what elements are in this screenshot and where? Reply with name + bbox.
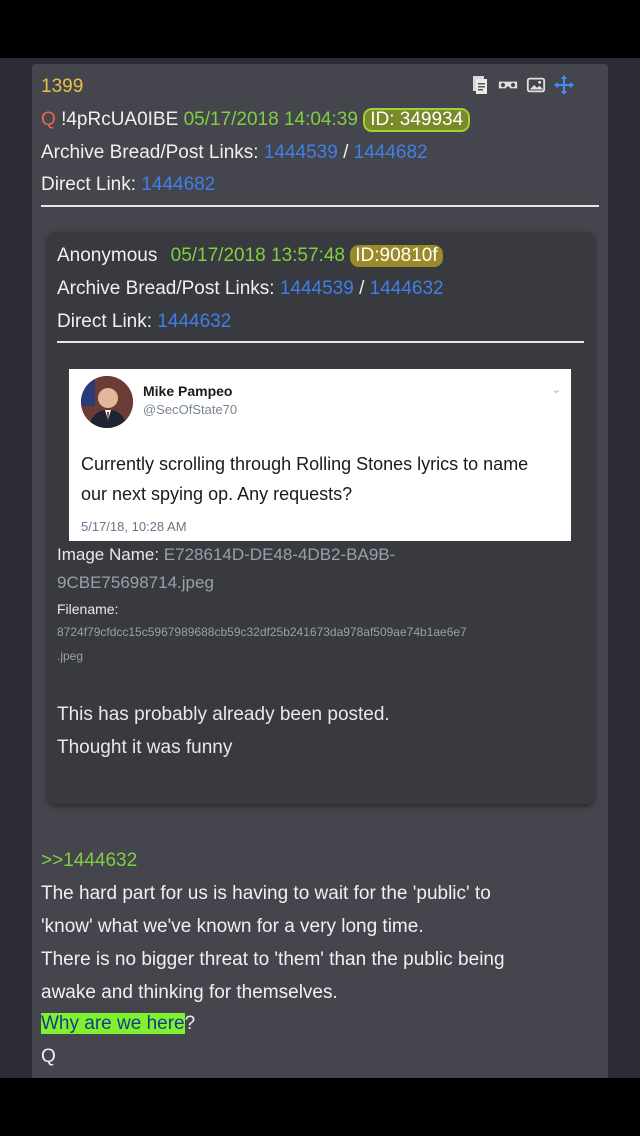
image-name-value[interactable]: E728614D-DE48-4DB2-BA9B- bbox=[164, 545, 396, 564]
quoted-archive-link-2[interactable]: 1444632 bbox=[370, 278, 444, 299]
body-line-2: 'know' what we've known for a very long … bbox=[41, 916, 424, 937]
quoted-archive-row: Archive Bread/Post Links: 1444539 / 1444… bbox=[57, 278, 444, 300]
reply-reference[interactable]: >>1444632 bbox=[41, 850, 137, 872]
filename-value[interactable]: 8724f79cfdcc15c5967989688cb59c32df25b241… bbox=[57, 625, 467, 639]
tweet-author-name: Mike Pampeo bbox=[143, 383, 233, 399]
quoted-datetime: 05/17/2018 13:57:48 bbox=[170, 245, 345, 266]
signature: Q bbox=[41, 1046, 56, 1067]
quoted-id-badge[interactable]: ID:90810f bbox=[350, 245, 443, 267]
tweet-text: Currently scrolling through Rolling Ston… bbox=[81, 449, 561, 509]
quoted-archive-separator: / bbox=[359, 278, 365, 299]
quoted-direct-label: Direct Link: bbox=[57, 311, 153, 332]
quoted-header: Anonymous 05/17/2018 13:57:48 ID:90810f bbox=[57, 245, 443, 267]
quoted-direct-row: Direct Link: 1444632 bbox=[57, 311, 231, 333]
archive-link-1[interactable]: 1444539 bbox=[264, 142, 338, 163]
quoted-author: Anonymous bbox=[57, 245, 158, 266]
chevron-down-icon: ⌄ bbox=[551, 384, 561, 396]
tweet-text-line-1: Currently scrolling through Rolling Ston… bbox=[81, 454, 529, 474]
quoted-direct-link[interactable]: 1444632 bbox=[157, 311, 231, 332]
filename-ext[interactable]: .jpeg bbox=[57, 649, 83, 663]
quoted-archive-label: Archive Bread/Post Links: bbox=[57, 278, 275, 299]
tweet-text-line-2: our next spying op. Any requests? bbox=[81, 484, 353, 504]
direct-link[interactable]: 1444682 bbox=[141, 174, 215, 195]
tweet-timestamp: 5/17/18, 10:28 AM bbox=[81, 519, 187, 534]
tripcode: !4pRcUA0IBE bbox=[61, 109, 179, 130]
quoted-body-line-1: This has probably already been posted. bbox=[57, 704, 390, 725]
body-line-4: awake and thinking for themselves. bbox=[41, 982, 338, 1003]
header-divider bbox=[41, 205, 599, 207]
post-id-badge[interactable]: ID: 349934 bbox=[363, 108, 471, 132]
quoted-body-line-2: Thought it was funny bbox=[57, 737, 233, 758]
image-name-row: Image Name: E728614D-DE48-4DB2-BA9B- bbox=[57, 545, 395, 565]
post-number[interactable]: 1399 bbox=[41, 76, 83, 98]
tweet-screenshot-image[interactable]: Mike Pampeo @SecOfState70 ⌄ Currently sc… bbox=[69, 369, 571, 541]
body-line-1: The hard part for us is having to wait f… bbox=[41, 883, 491, 904]
image-icon[interactable] bbox=[526, 75, 546, 95]
avatar bbox=[81, 376, 133, 428]
post-toolbar bbox=[470, 75, 574, 95]
post-datetime: 05/17/2018 14:04:39 bbox=[183, 109, 358, 130]
avatar-portrait-icon bbox=[81, 376, 133, 428]
post-header: Q !4pRcUA0IBE 05/17/2018 14:04:39 ID: 34… bbox=[41, 108, 471, 132]
image-name-value-2[interactable]: 9CBE75698714.jpeg bbox=[57, 573, 214, 593]
archive-separator: / bbox=[343, 142, 349, 163]
archive-label: Archive Bread/Post Links: bbox=[41, 142, 259, 163]
q-label: Q bbox=[41, 109, 56, 130]
filename-label: Filename: bbox=[57, 601, 119, 617]
quoted-divider bbox=[57, 341, 584, 343]
body-line-3: There is no bigger threat to 'them' than… bbox=[41, 949, 505, 970]
document-icon[interactable] bbox=[470, 75, 490, 95]
direct-label: Direct Link: bbox=[41, 174, 137, 195]
glasses-icon[interactable] bbox=[498, 75, 518, 95]
highlight-row: Why are we here? bbox=[41, 1013, 195, 1035]
archive-links-row: Archive Bread/Post Links: 1444539 / 1444… bbox=[41, 142, 428, 164]
tweet-handle: @SecOfState70 bbox=[143, 402, 238, 417]
image-name-label: Image Name: bbox=[57, 545, 160, 564]
direct-link-row: Direct Link: 1444682 bbox=[41, 174, 215, 196]
quoted-archive-link-1[interactable]: 1444539 bbox=[280, 278, 354, 299]
question-mark: ? bbox=[184, 1013, 196, 1034]
highlighted-question: Why are we here bbox=[41, 1013, 185, 1034]
move-icon[interactable] bbox=[554, 75, 574, 95]
archive-link-2[interactable]: 1444682 bbox=[354, 142, 428, 163]
